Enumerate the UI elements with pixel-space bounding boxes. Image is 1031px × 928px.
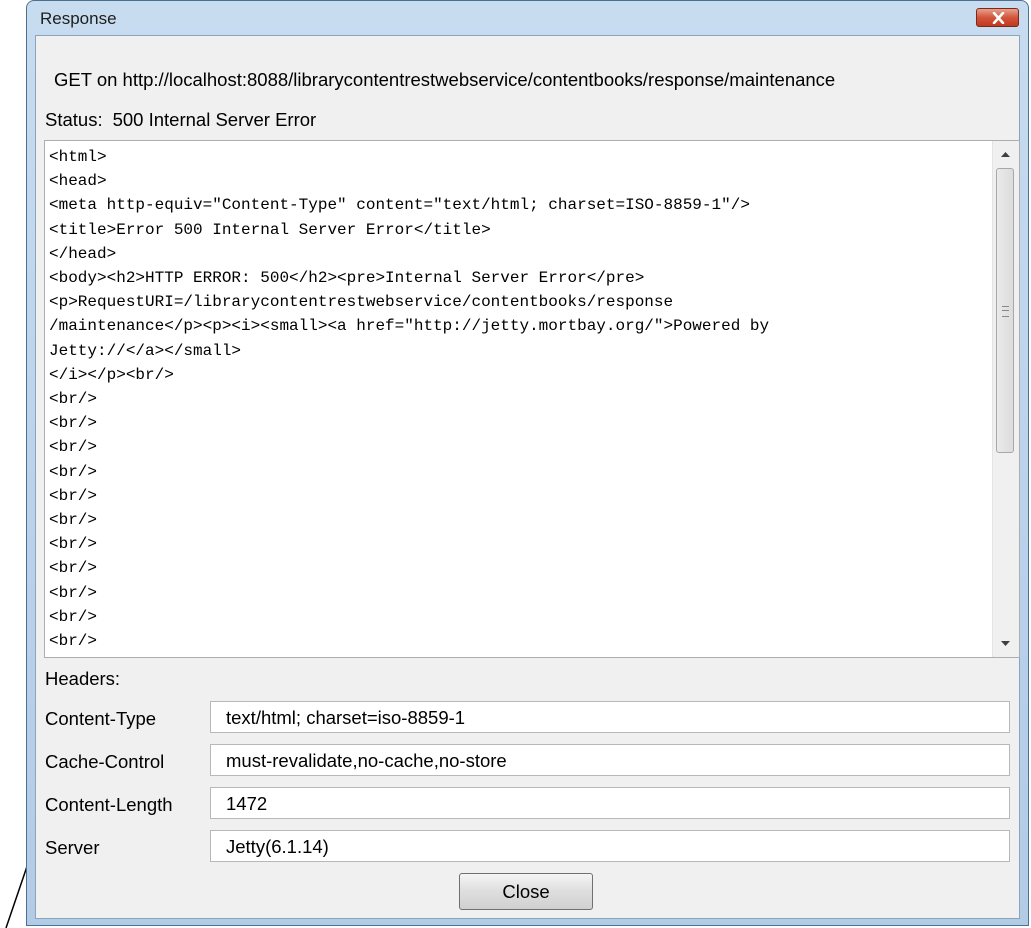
header-value-cache-control[interactable]: must-revalidate,no-cache,no-store (210, 744, 1010, 776)
header-name-content-type: Content-Type (45, 708, 157, 729)
header-name-content-length: Content-Length (45, 794, 173, 815)
window-title: Response (40, 9, 117, 28)
status-value: 500 Internal Server Error (112, 109, 317, 130)
request-line: GET on http://localhost:8088/librarycont… (54, 69, 836, 90)
header-value-content-length[interactable]: 1472 (210, 787, 1010, 819)
headers-heading: Headers: (45, 668, 121, 689)
response-body-textarea[interactable]: <html> <head> <meta http-equiv="Content-… (44, 140, 1020, 658)
header-value-server[interactable]: Jetty(6.1.14) (210, 830, 1010, 862)
header-value-content-type[interactable]: text/html; charset=iso-8859-1 (210, 701, 1010, 733)
header-name-cache-control: Cache-Control (45, 751, 165, 772)
grip-icon (1002, 306, 1009, 317)
close-button[interactable]: Close (459, 873, 593, 910)
response-dialog: Response GET on http://localhost:8088/li… (26, 0, 1029, 926)
vertical-scrollbar[interactable] (992, 141, 1019, 657)
arrow-down-icon[interactable] (1001, 641, 1010, 646)
dialog-content: GET on http://localhost:8088/librarycont… (35, 35, 1020, 919)
arrow-up-icon[interactable] (1001, 152, 1010, 157)
close-x-icon (992, 12, 1005, 24)
status-line: Status: 500 Internal Server Error (45, 109, 316, 131)
header-name-server: Server (45, 837, 100, 858)
scrollbar-thumb[interactable] (996, 168, 1014, 453)
status-label: Status: (45, 109, 103, 130)
response-body-text: <html> <head> <meta http-equiv="Content-… (49, 148, 770, 651)
title-bar[interactable]: Response (27, 1, 1028, 35)
window-close-button[interactable] (976, 8, 1019, 27)
